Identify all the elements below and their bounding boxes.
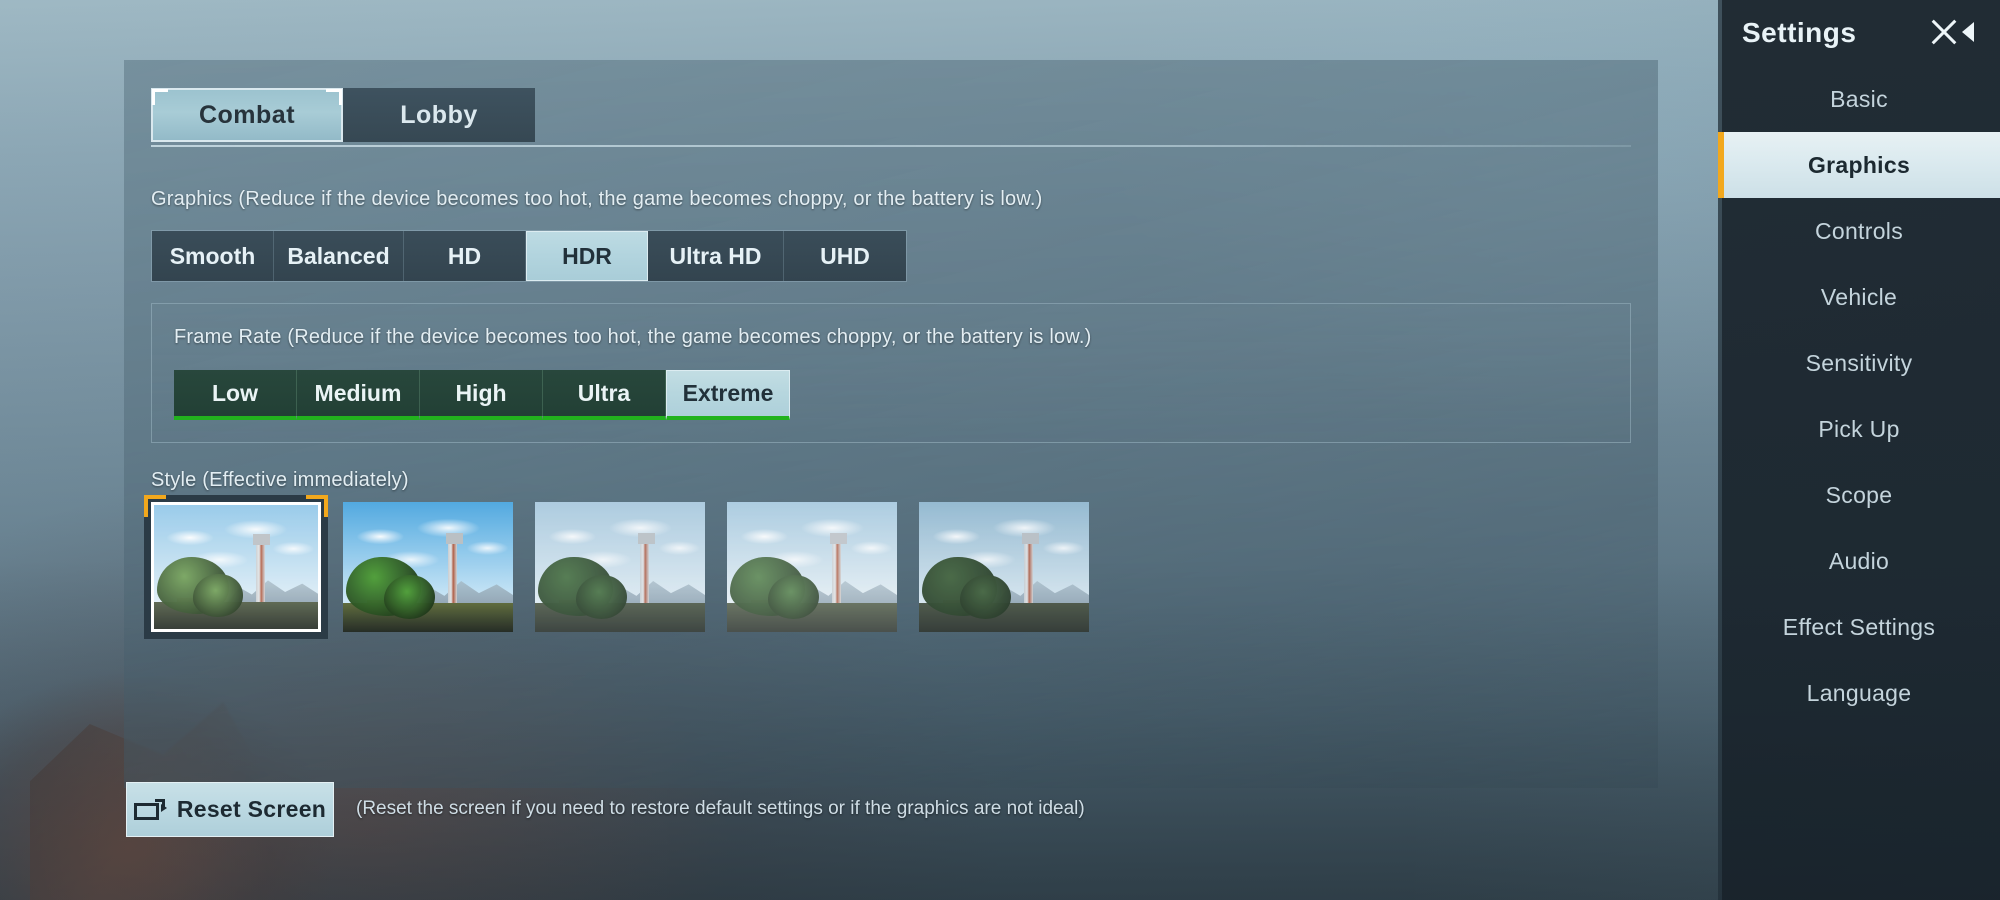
quality-option-balanced[interactable]: Balanced (274, 231, 404, 281)
panel-fade (124, 608, 1658, 788)
style-thumbnail-5[interactable] (919, 502, 1089, 632)
style-thumbnail-1[interactable] (144, 495, 328, 639)
sidebar-menu: Basic Graphics Controls Vehicle Sensitivity P… (1718, 66, 2000, 726)
quality-option-uhd[interactable]: UHD (784, 231, 906, 281)
settings-panel: Combat Lobby Graphics (Reduce if the dev… (124, 60, 1658, 788)
graphics-section-label: Graphics (Reduce if the device becomes t… (151, 188, 1043, 210)
reset-screen-icon (133, 798, 167, 821)
frame-rate-option-extreme[interactable]: Extreme (666, 370, 790, 420)
tab-lobby[interactable]: Lobby (343, 88, 535, 142)
frame-rate-option-high-label: High (455, 379, 507, 406)
quality-option-hd-label: HD (447, 242, 482, 269)
quality-option-uhd-label: UHD (820, 242, 870, 269)
style-thumbnail-2[interactable] (343, 502, 513, 632)
sidebar-item-basic[interactable]: Basic (1718, 66, 2000, 132)
frame-rate-section-label: Frame Rate (Reduce if the device becomes… (174, 326, 1092, 348)
reset-screen-hint: (Reset the screen if you need to restore… (356, 798, 1085, 819)
quality-option-hd[interactable]: HD (404, 231, 526, 281)
sidebar-item-label: Sensitivity (1805, 349, 1913, 376)
sidebar-item-effect-settings[interactable]: Effect Settings (1718, 594, 2000, 660)
sidebar-item-vehicle[interactable]: Vehicle (1718, 264, 2000, 330)
frame-rate-option-ultra-label: Ultra (577, 379, 631, 406)
graphics-quality-options: Smooth Balanced HD HDR Ultra HD UHD (151, 230, 907, 282)
style-thumbnail-image (343, 502, 513, 632)
quality-option-smooth[interactable]: Smooth (152, 231, 274, 281)
tab-lobby-label: Lobby (400, 100, 478, 129)
sidebar-item-label: Language (1806, 679, 1912, 706)
tabs-underline (151, 145, 1631, 147)
style-thumbnail-image (535, 502, 705, 632)
style-thumbnail-4[interactable] (727, 502, 897, 632)
sidebar-item-label: Basic (1830, 85, 1888, 112)
quality-option-hdr[interactable]: HDR (526, 231, 648, 281)
style-section-label: Style (Effective immediately) (151, 469, 409, 491)
sidebar-item-graphics[interactable]: Graphics (1718, 132, 2000, 198)
sidebar-item-scope[interactable]: Scope (1718, 462, 2000, 528)
frame-rate-option-medium-label: Medium (314, 379, 402, 406)
settings-title: Settings (1742, 17, 1857, 48)
close-icon (1924, 12, 1964, 52)
sidebar-header: Settings (1718, 0, 2000, 66)
settings-sidebar: Settings Basic Graphics Controls Vehicle Sen… (1718, 0, 2000, 900)
sidebar-item-controls[interactable]: Controls (1718, 198, 2000, 264)
sidebar-item-label: Scope (1825, 481, 1893, 508)
game-settings-screen: Combat Lobby Graphics (Reduce if the dev… (0, 0, 2000, 900)
style-thumbnail-list (144, 495, 1089, 639)
sidebar-item-audio[interactable]: Audio (1718, 528, 2000, 594)
sidebar-item-label: Controls (1814, 217, 1904, 244)
sidebar-item-language[interactable]: Language (1718, 660, 2000, 726)
reset-screen-button[interactable]: Reset Screen (126, 782, 334, 837)
style-thumbnail-image (727, 502, 897, 632)
style-thumbnail-image (151, 502, 321, 632)
frame-rate-options: Low Medium High Ultra Extreme (174, 370, 790, 420)
frame-rate-option-extreme-label: Extreme (682, 380, 774, 406)
sidebar-item-label: Effect Settings (1782, 613, 1936, 640)
sidebar-item-label: Graphics (1807, 151, 1911, 178)
sidebar-item-label: Pick Up (1818, 415, 1900, 442)
style-thumbnail-image (919, 502, 1089, 632)
quality-option-ultra-hd[interactable]: Ultra HD (648, 231, 784, 281)
style-thumbnail-3[interactable] (535, 502, 705, 632)
sidebar-item-pick-up[interactable]: Pick Up (1718, 396, 2000, 462)
quality-option-ultra-hd-label: Ultra HD (669, 242, 762, 269)
frame-rate-option-high[interactable]: High (420, 370, 543, 420)
frame-rate-option-low-label: Low (212, 379, 258, 406)
frame-rate-option-low[interactable]: Low (174, 370, 297, 420)
tab-combat[interactable]: Combat (151, 88, 343, 142)
quality-option-balanced-label: Balanced (287, 242, 390, 269)
quality-option-smooth-label: Smooth (169, 242, 256, 269)
sidebar-item-sensitivity[interactable]: Sensitivity (1718, 330, 2000, 396)
sidebar-item-label: Vehicle (1820, 283, 1898, 310)
reset-screen-label: Reset Screen (176, 796, 327, 822)
frame-rate-option-medium[interactable]: Medium (297, 370, 420, 420)
sidebar-item-label: Audio (1828, 547, 1890, 574)
frame-rate-box: Frame Rate (Reduce if the device becomes… (151, 303, 1631, 443)
tab-combat-label: Combat (198, 100, 296, 129)
quality-option-hdr-label: HDR (562, 242, 612, 269)
frame-rate-option-ultra[interactable]: Ultra (543, 370, 666, 420)
close-button[interactable] (1924, 12, 1974, 52)
mode-tabs: Combat Lobby (151, 88, 535, 142)
